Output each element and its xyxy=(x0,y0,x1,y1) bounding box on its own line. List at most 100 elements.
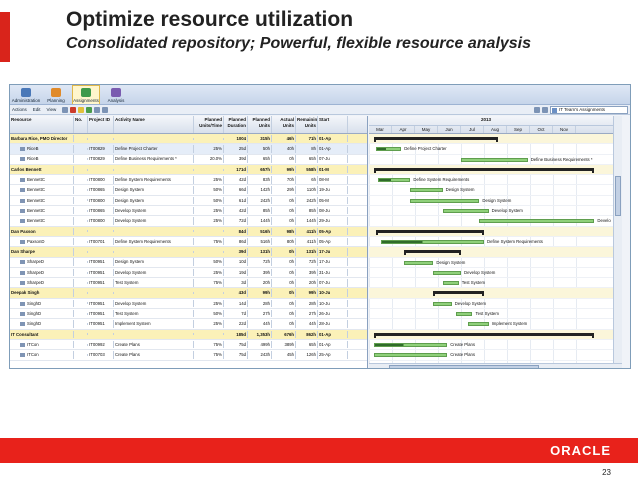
resource-icon xyxy=(20,239,25,244)
layout-icon[interactable] xyxy=(534,107,540,113)
columns-icon[interactable] xyxy=(94,106,101,113)
activity-bar[interactable] xyxy=(433,270,461,275)
table-row[interactable]: PaxsonD IT00701 Define System Requirements… xyxy=(10,237,367,248)
table-row[interactable]: BennettC IT00800 Design System 50% 61d 242h 0h… xyxy=(10,196,367,207)
col-start[interactable]: Start xyxy=(318,116,348,133)
cell-project-id: IT00800 xyxy=(88,196,114,205)
table-row[interactable]: SinghD IT00951 Implement System 25% 22d 44h 0h… xyxy=(10,319,367,330)
cell-start: 17-Ju xyxy=(318,258,348,266)
table-row[interactable]: ITCon IT00703 Create Plans 75% 75d 243h 45h 126… xyxy=(10,350,367,361)
resource-group-row[interactable]: Barbara Rice, PMO Director 1004 315h 46h 71h… xyxy=(10,134,367,145)
col-actual-units[interactable]: Actual Units xyxy=(272,116,296,133)
cell-planned-duration: 22d xyxy=(224,320,248,328)
col-no[interactable]: No. xyxy=(74,116,88,133)
activity-bar[interactable] xyxy=(380,239,484,244)
activity-bar[interactable] xyxy=(442,281,459,286)
activity-bar[interactable] xyxy=(373,342,448,347)
summary-bar[interactable] xyxy=(373,332,595,338)
resource-group-row[interactable]: Carlos Bennett 171d 657h 99h 558h 01-M xyxy=(10,164,367,176)
filter-icon[interactable] xyxy=(78,106,85,113)
horizontal-scrollbar[interactable] xyxy=(369,363,622,368)
summary-bar[interactable] xyxy=(433,291,484,297)
bar-label: Implement System xyxy=(491,321,528,327)
activity-bar[interactable] xyxy=(410,188,443,193)
summary-bar[interactable] xyxy=(373,167,595,173)
resource-group-row[interactable]: IT Consultant 185d 1,353h 676h 862h 01-Ap xyxy=(10,329,367,340)
cell-actual-units: 70h xyxy=(272,176,296,184)
delete-icon[interactable] xyxy=(70,106,77,113)
table-row[interactable]: ITCon IT00992 Create Plans 75% 75d 499h 389h 65… xyxy=(10,340,367,351)
summary-bar[interactable] xyxy=(403,250,461,256)
activity-bar[interactable] xyxy=(442,209,489,214)
col-activity-name[interactable]: Activity Name xyxy=(114,116,194,133)
col-planned-units[interactable]: Planned Units xyxy=(248,116,272,133)
cell-activity-name xyxy=(114,250,194,253)
activity-bar[interactable] xyxy=(403,260,434,265)
col-project-id[interactable]: Project ID xyxy=(88,116,114,133)
nav-planning[interactable]: Planning xyxy=(42,85,70,104)
table-row[interactable]: BennettC IT00800 Define System Requirement… xyxy=(10,175,367,186)
cell-no xyxy=(74,292,88,295)
cell-remaining-units: 6h xyxy=(296,176,318,184)
cell-planned-duration: 61d xyxy=(224,196,248,205)
summary-bar[interactable] xyxy=(373,137,498,142)
activity-bar[interactable] xyxy=(467,322,489,327)
table-row[interactable]: BennettC IT00800 Develop System 25% 72d 144h 0… xyxy=(10,216,367,227)
table-row[interactable]: RiceB IT00829 Define Project Charter 25% 25d… xyxy=(10,144,367,155)
cell-resource: SharpeD xyxy=(10,258,74,266)
activity-bar[interactable] xyxy=(433,301,452,306)
resource-group-row[interactable]: Dan Sharpe 39d 131h 0h 131h 17-Ju xyxy=(10,247,367,258)
bar-label: Define Business Requirements * xyxy=(530,156,593,162)
actions-menu[interactable]: Actions xyxy=(12,107,27,112)
nav-administration[interactable]: Administration xyxy=(12,85,40,104)
group-icon[interactable] xyxy=(86,106,93,113)
activity-bar[interactable] xyxy=(373,353,448,358)
nav-analysis[interactable]: Analysis xyxy=(102,85,130,104)
vertical-scrollbar[interactable] xyxy=(613,116,622,368)
cell-actual-units: 0h xyxy=(272,320,296,328)
table-row[interactable]: BennettC IT00865 Design System 50% 66d 142h 29… xyxy=(10,185,367,196)
table-row[interactable]: SharpeD IT00951 Design System 50% 10d 72h 0h 72… xyxy=(10,258,367,268)
cell-planned-duration: 39d xyxy=(224,155,248,163)
summary-bar[interactable] xyxy=(375,229,485,235)
view-menu[interactable]: View xyxy=(47,107,57,112)
table-row[interactable]: SharpeD IT00951 Test System 75% 3d 20h 0h 20h 07… xyxy=(10,278,367,289)
table-row[interactable]: SharpeD IT00951 Develop System 25% 19d 39h 0h 3… xyxy=(10,268,367,279)
activity-bar[interactable] xyxy=(461,157,528,162)
cell-project-id: IT00800 xyxy=(88,176,114,184)
activity-bar[interactable] xyxy=(456,312,473,317)
table-row[interactable]: BennettC IT00865 Develop System 25% 42d 85h 0h… xyxy=(10,206,367,217)
activity-bar[interactable] xyxy=(410,198,480,203)
refresh-icon[interactable] xyxy=(542,107,548,113)
grid-icon[interactable] xyxy=(62,106,69,113)
table-row[interactable]: RiceB IT00829 Define Business Requirements… xyxy=(10,155,367,165)
resource-group-row[interactable]: Dan Paxson 84d 516h 98h 411h 05-Ap xyxy=(10,226,367,237)
table-row[interactable]: SinghD IT00951 Develop System 25% 14d 28h 0h 28… xyxy=(10,299,367,310)
col-resource[interactable]: Resource xyxy=(10,116,74,133)
resource-group-row[interactable]: Deepak Singh 43d 99h 0h 99h 10-Ju xyxy=(10,288,367,299)
nav-assignments[interactable]: Assignments xyxy=(72,85,100,104)
vertical-scroll-thumb[interactable] xyxy=(615,176,621,216)
edit-menu[interactable]: Edit xyxy=(33,107,41,112)
cell-resource: Deepak Singh xyxy=(10,289,74,297)
cell-no xyxy=(74,261,88,264)
activity-bar[interactable] xyxy=(378,178,411,183)
col-planned-duration[interactable]: Planned Duration xyxy=(224,116,248,133)
cell-planned-units-time: 25% xyxy=(194,145,224,153)
activity-bar[interactable] xyxy=(479,219,595,224)
module-navbar: Administration Planning Assignments Anal… xyxy=(10,85,630,105)
cell-project-id: IT00951 xyxy=(88,258,114,266)
page-number: 23 xyxy=(602,468,611,477)
horizontal-scroll-thumb[interactable] xyxy=(389,365,539,368)
cell-remaining-units: 65h xyxy=(296,155,318,163)
cell-planned-units: 65h xyxy=(248,155,272,163)
cell-start: 10-Ju xyxy=(318,299,348,308)
table-row[interactable]: SinghD IT00951 Test System 50% 7d 27h 0h 27h 26-… xyxy=(10,309,367,320)
cell-no xyxy=(74,209,88,212)
team-selector[interactable]: IT Team's Assignments xyxy=(550,106,628,114)
activity-bar[interactable] xyxy=(375,147,402,152)
col-remaining-units[interactable]: Remaining Units xyxy=(296,116,318,133)
col-planned-units-time[interactable]: Planned Units/Time xyxy=(194,116,224,133)
sort-icon[interactable] xyxy=(102,106,109,113)
cell-planned-units: 27h xyxy=(248,309,272,318)
